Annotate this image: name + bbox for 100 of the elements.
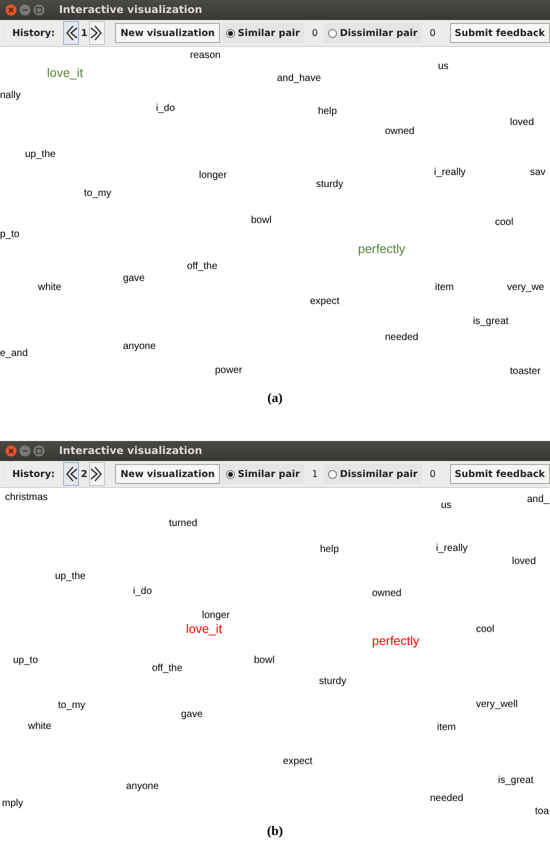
word-label[interactable]: white	[38, 282, 62, 294]
pair-count: 0	[430, 468, 436, 480]
radio-option[interactable]: Similar pair	[222, 464, 304, 484]
forward-button[interactable]	[89, 462, 106, 486]
word-label[interactable]: item	[437, 722, 456, 734]
word-label[interactable]: nally	[0, 90, 21, 102]
word-label[interactable]: and_	[527, 494, 550, 506]
word-label[interactable]: to_my	[84, 188, 112, 200]
word-label[interactable]: anyone	[126, 781, 159, 793]
word-label[interactable]: up_the	[25, 149, 56, 161]
word-label[interactable]: perfectly	[358, 242, 406, 256]
word-label[interactable]: love_it	[186, 622, 222, 636]
submit-feedback-button[interactable]: Submit feedback	[450, 464, 550, 484]
forward-icon[interactable]	[90, 466, 104, 482]
word-label[interactable]: e_and	[0, 348, 28, 360]
word-label[interactable]: bowl	[254, 655, 275, 667]
word-label[interactable]: toa	[535, 806, 549, 818]
word-label[interactable]: is_great	[498, 775, 534, 787]
close-icon[interactable]	[5, 445, 17, 457]
word-label[interactable]: bowl	[251, 215, 272, 227]
window-title: Interactive visualization	[59, 4, 202, 16]
word-label[interactable]: expect	[310, 296, 340, 308]
word-label[interactable]: and_have	[277, 73, 321, 85]
radio-option[interactable]: Dissimilar pair	[324, 23, 422, 43]
word-label[interactable]: up_to	[13, 655, 38, 667]
word-label[interactable]: toaster	[510, 366, 541, 378]
pair-count: 0	[312, 28, 318, 38]
word-label[interactable]: longer	[199, 170, 227, 182]
history-label: History:	[12, 28, 55, 38]
word-label[interactable]: up_the	[55, 571, 86, 583]
figure-caption: (b)	[266, 822, 284, 840]
back-icon[interactable]	[64, 25, 78, 41]
word-label[interactable]: help	[320, 544, 339, 556]
back-button[interactable]	[62, 462, 79, 486]
word-label[interactable]: help	[318, 106, 337, 118]
word-label[interactable]: off_the	[187, 261, 218, 273]
word-label[interactable]: to_my	[58, 700, 86, 712]
window-title: Interactive visualization	[59, 445, 202, 457]
radio-option[interactable]: Dissimilar pair	[324, 464, 422, 484]
word-label[interactable]: us	[441, 500, 452, 512]
word-label[interactable]: needed	[430, 793, 464, 805]
grip-handle[interactable]	[3, 24, 4, 42]
forward-button[interactable]	[89, 21, 106, 45]
word-label[interactable]: very_well	[476, 699, 518, 711]
word-label[interactable]: sturdy	[319, 676, 346, 688]
radio-option[interactable]: Similar pair	[222, 23, 304, 43]
word-label[interactable]: mply	[2, 798, 24, 810]
radio-icon[interactable]	[226, 28, 235, 38]
word-label[interactable]: white	[28, 721, 52, 733]
new-visualization-button[interactable]: New visualization	[115, 464, 220, 484]
word-label[interactable]: i_do	[156, 103, 175, 115]
word-label[interactable]: sturdy	[316, 179, 344, 191]
word-label[interactable]: item	[435, 282, 454, 294]
maximize-icon[interactable]	[33, 445, 45, 457]
forward-icon[interactable]	[90, 25, 104, 41]
word-label[interactable]: p_to	[0, 229, 20, 241]
word-label[interactable]: needed	[385, 332, 418, 344]
word-label[interactable]: longer	[202, 610, 230, 622]
word-label[interactable]: i_really	[436, 543, 468, 555]
radio-icon[interactable]	[226, 470, 235, 478]
word-label[interactable]: power	[215, 365, 242, 377]
page-number: 2	[80, 468, 88, 480]
word-label[interactable]: i_do	[133, 586, 152, 598]
page-number: 1	[80, 28, 88, 38]
word-label[interactable]: off_the	[152, 663, 182, 675]
word-label[interactable]: sav	[530, 167, 546, 179]
grip-handle[interactable]	[3, 465, 4, 483]
word-label[interactable]: i_really	[434, 167, 466, 179]
submit-feedback-button[interactable]: Submit feedback	[450, 23, 550, 43]
word-label[interactable]: cool	[476, 624, 494, 636]
word-label[interactable]: expect	[283, 756, 312, 768]
word-label[interactable]: gave	[181, 709, 203, 721]
minimize-icon[interactable]	[19, 445, 31, 457]
close-icon[interactable]	[5, 4, 17, 16]
word-label[interactable]: love_it	[47, 66, 84, 80]
word-label[interactable]: christmas	[5, 492, 48, 504]
radio-icon[interactable]	[328, 28, 337, 38]
word-label[interactable]: reason	[190, 50, 221, 62]
word-label[interactable]: perfectly	[372, 634, 420, 648]
back-icon[interactable]	[64, 466, 78, 482]
back-button[interactable]	[62, 21, 79, 45]
history-label: History:	[12, 468, 55, 480]
minimize-icon[interactable]	[19, 4, 31, 16]
word-label[interactable]: owned	[372, 588, 402, 600]
word-label[interactable]: turned	[169, 518, 198, 530]
new-visualization-button[interactable]: New visualization	[115, 23, 220, 43]
word-label[interactable]: cool	[495, 217, 514, 229]
word-label[interactable]: loved	[512, 556, 536, 568]
pair-count: 1	[312, 468, 318, 480]
figure-caption: (a)	[266, 389, 284, 407]
pair-count: 0	[430, 28, 436, 38]
word-label[interactable]: loved	[510, 117, 534, 129]
word-label[interactable]: owned	[385, 126, 414, 138]
maximize-icon[interactable]	[33, 4, 45, 16]
word-label[interactable]: anyone	[123, 341, 156, 353]
word-label[interactable]: us	[438, 61, 449, 73]
word-label[interactable]: gave	[123, 273, 145, 285]
radio-icon[interactable]	[328, 470, 337, 478]
word-label[interactable]: very_we	[507, 282, 544, 294]
word-label[interactable]: is_great	[473, 316, 509, 328]
